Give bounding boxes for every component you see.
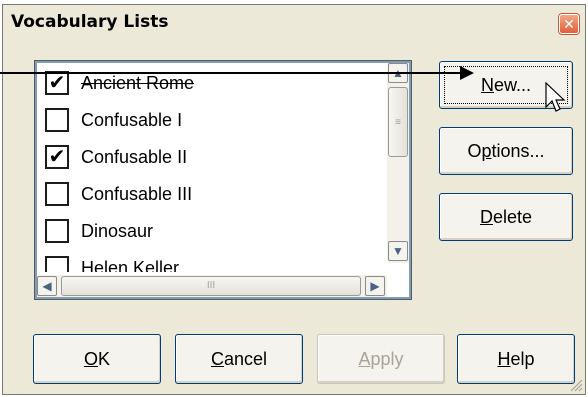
button-label: K: [98, 349, 111, 369]
vertical-scrollbar[interactable]: ▲ ≡ ▼: [387, 63, 409, 263]
apply-button[interactable]: Apply: [317, 334, 445, 384]
grip-icon: ≡: [395, 117, 401, 128]
cursor-icon: [545, 82, 566, 112]
button-label-accelerator: O: [83, 349, 98, 369]
button-label-accelerator: p: [481, 141, 492, 161]
close-button[interactable]: ✕: [559, 14, 579, 34]
list-item-label: Confusable II: [81, 147, 188, 167]
ok-button[interactable]: OK: [33, 334, 161, 384]
title-bar: Vocabulary Lists ✕: [3, 5, 585, 39]
grip-icon: III: [206, 280, 216, 291]
list-item-label: Ancient Rome: [81, 73, 195, 93]
help-button[interactable]: Help: [457, 334, 575, 384]
resize-grip-icon[interactable]: [569, 378, 583, 392]
checkbox[interactable]: ✔: [45, 71, 69, 95]
list-item-label: Confusable III: [81, 184, 193, 204]
checkbox[interactable]: ✔: [45, 145, 69, 169]
button-label-accelerator: H: [497, 349, 511, 369]
checkbox[interactable]: [45, 182, 69, 206]
button-label: tions...: [491, 141, 545, 161]
scroll-down-icon: ▼: [392, 244, 404, 258]
button-label: elete: [492, 207, 533, 227]
list-item[interactable]: Confusable III: [37, 176, 385, 213]
horizontal-scrollbar[interactable]: ◀ III ▶: [37, 275, 387, 297]
scroll-right-button[interactable]: ▶: [365, 276, 385, 296]
checkbox[interactable]: [45, 108, 69, 132]
list-item[interactable]: Dinosaur: [37, 213, 385, 250]
horizontal-scroll-thumb[interactable]: III: [61, 276, 361, 296]
vocabulary-lists-dialog: Vocabulary Lists ✕ ✔ Ancient Rome Confus…: [2, 4, 586, 395]
button-label: O: [467, 141, 482, 161]
list-item[interactable]: Confusable I: [37, 102, 385, 139]
options-button[interactable]: Options...: [439, 127, 573, 175]
scroll-right-icon: ▶: [370, 279, 380, 293]
scroll-left-button[interactable]: ◀: [37, 276, 57, 296]
button-label: pply: [370, 349, 404, 369]
vocabulary-list-box[interactable]: ✔ Ancient Rome Confusable I ✔ Confusable…: [34, 60, 412, 300]
list-item[interactable]: Helen Keller: [37, 250, 385, 272]
checkmark-icon: ✔: [48, 72, 66, 94]
list-item-label: Dinosaur: [81, 221, 154, 241]
button-label: ancel: [223, 349, 268, 369]
list-item-label: Confusable I: [81, 110, 183, 130]
scroll-down-button[interactable]: ▼: [388, 241, 408, 261]
button-label-accelerator: A: [358, 349, 371, 369]
button-label-accelerator: D: [479, 207, 493, 227]
list-item[interactable]: ✔ Ancient Rome: [37, 65, 385, 102]
delete-button[interactable]: Delete: [439, 193, 573, 241]
button-label: elp: [510, 349, 535, 369]
callout-arrow-line: [0, 72, 462, 74]
callout-arrow-head: [460, 66, 474, 80]
dialog-title: Vocabulary Lists: [11, 12, 169, 32]
vertical-scroll-thumb[interactable]: ≡: [388, 87, 408, 157]
list-item[interactable]: ✔ Confusable II: [37, 139, 385, 176]
cancel-button[interactable]: Cancel: [175, 334, 303, 384]
checkbox[interactable]: [45, 256, 69, 272]
button-label-accelerator: C: [210, 349, 224, 369]
checkbox[interactable]: [45, 219, 69, 243]
list-item-label: Helen Keller: [81, 258, 180, 272]
checkmark-icon: ✔: [48, 146, 66, 168]
close-icon: ✕: [563, 16, 575, 32]
scroll-left-icon: ◀: [42, 279, 52, 293]
